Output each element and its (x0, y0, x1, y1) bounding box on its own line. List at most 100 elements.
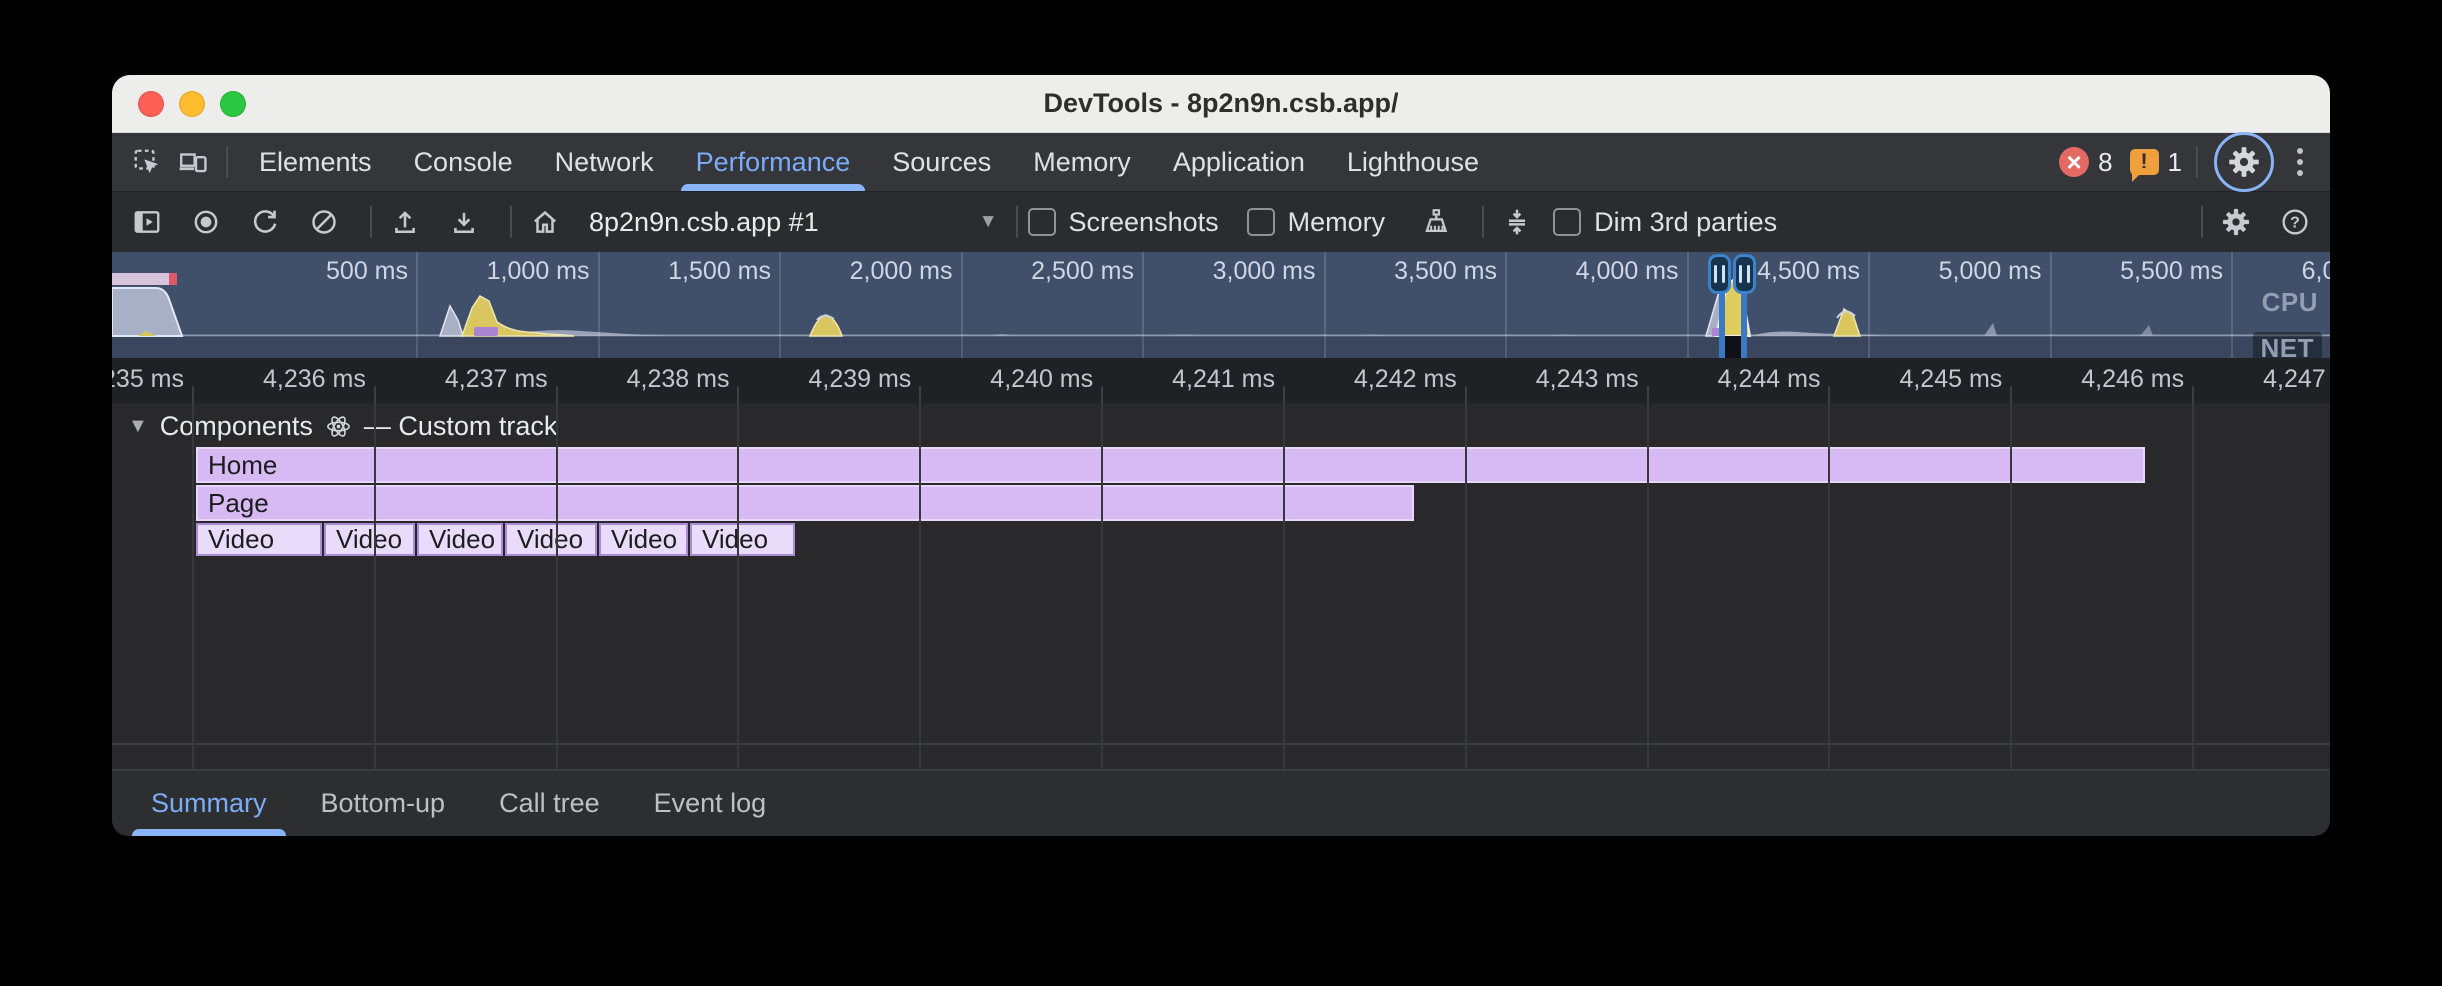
track-span-video[interactable]: Video (505, 523, 597, 556)
collect-garbage-icon[interactable] (1413, 199, 1459, 245)
devtools-window: DevTools - 8p2n9n.csb.app/ ElementsConso… (112, 75, 2330, 836)
load-profile-icon[interactable] (382, 199, 428, 245)
divider (1482, 206, 1484, 238)
help-icon[interactable] (2272, 199, 2318, 245)
save-profile-icon[interactable] (441, 199, 487, 245)
close-window-button[interactable] (138, 91, 164, 117)
overview-tick-label: 2,000 ms (771, 257, 953, 286)
toggle-sidebar-icon[interactable] (124, 199, 170, 245)
track-gridline (556, 403, 558, 769)
tab-lighthouse[interactable]: Lighthouse (1326, 133, 1500, 191)
react-atom-icon (325, 413, 352, 440)
dim-3rd-parties-toggle[interactable]: Dim 3rd parties (1553, 207, 1777, 238)
divider (510, 206, 512, 238)
record-icon[interactable] (183, 199, 229, 245)
track-area[interactable]: ▼ Components — Custom track HomePageVide… (112, 403, 2330, 769)
settings-gear-icon[interactable] (2214, 132, 2274, 192)
overview-tick-label: 1,500 ms (589, 257, 771, 286)
overview-tick-label: 5,000 ms (1860, 257, 2042, 286)
ruler-tick-label: 4,242 ms (1275, 365, 1457, 394)
track-span-home[interactable]: Home (196, 447, 2145, 483)
track-gridline (2010, 403, 2012, 769)
timeline-overview[interactable]: 500 ms1,000 ms1,500 ms2,000 ms2,500 ms3,… (112, 252, 2330, 358)
clear-recording-icon[interactable] (301, 199, 347, 245)
track-span-video[interactable]: Video (599, 523, 688, 556)
selection-left-edge[interactable] (1719, 288, 1725, 358)
track-span-video[interactable]: Video (196, 523, 322, 556)
overview-tick-label: 3,500 ms (1315, 257, 1497, 286)
time-ruler[interactable]: 4,235 ms4,236 ms4,237 ms4,238 ms4,239 ms… (112, 358, 2330, 403)
tab-network[interactable]: Network (534, 133, 675, 191)
devtools-tabbar: ElementsConsoleNetworkPerformanceSources… (112, 133, 2330, 191)
track-span-video[interactable]: Video (324, 523, 415, 556)
tab-performance[interactable]: Performance (675, 133, 872, 191)
selection-left-handle[interactable] (1708, 254, 1731, 294)
memory-label: Memory (1288, 207, 1386, 238)
reload-and-record-icon[interactable] (242, 199, 288, 245)
overview-tick-label: 2,500 ms (952, 257, 1134, 286)
bottom-tab-event-log[interactable]: Event log (627, 771, 794, 836)
issues-icon[interactable]: ! (2130, 149, 2159, 175)
selection-right-handle[interactable] (1733, 254, 1756, 294)
capture-settings-gear-icon[interactable] (2213, 199, 2259, 245)
inspect-element-icon[interactable] (124, 139, 170, 185)
track-gridline (1647, 403, 1649, 769)
overview-tick-label: 5,500 ms (2041, 257, 2223, 286)
ruler-tick-label: 4,235 ms (112, 365, 184, 394)
console-errors-icon[interactable]: × (2059, 147, 2089, 177)
ruler-tick-label: 4,240 ms (911, 365, 1093, 394)
overview-tick-label: 500 ms (226, 257, 408, 286)
overview-tick-label: 4,500 ms (1678, 257, 1860, 286)
divider (370, 206, 372, 238)
window-title: DevTools - 8p2n9n.csb.app/ (1043, 88, 1398, 119)
ruler-tick-label: 4,247 ms (2184, 365, 2330, 394)
screenshots-toggle[interactable]: Screenshots (1028, 207, 1219, 238)
tab-memory[interactable]: Memory (1012, 133, 1152, 191)
compress-tracks-icon[interactable] (1494, 199, 1540, 245)
zoom-window-button[interactable] (220, 91, 246, 117)
ruler-tick-label: 4,244 ms (1638, 365, 1820, 394)
ruler-tick-label: 4,237 ms (366, 365, 548, 394)
track-gridline (374, 403, 376, 769)
selection-right-edge[interactable] (1741, 288, 1747, 358)
bottom-tab-call-tree[interactable]: Call tree (472, 771, 627, 836)
divider (2201, 206, 2203, 238)
minimize-window-button[interactable] (179, 91, 205, 117)
overview-tick-label: 6,000 ms (2223, 257, 2331, 286)
track-span-page[interactable]: Page (196, 485, 1414, 521)
components-track-title: Components (160, 411, 313, 442)
ruler-tick-label: 4,246 ms (2002, 365, 2184, 394)
bottom-tab-bottom-up[interactable]: Bottom-up (294, 771, 473, 836)
memory-checkbox[interactable] (1247, 208, 1275, 236)
overview-tick-label: 4,000 ms (1497, 257, 1679, 286)
dim-3rd-parties-checkbox[interactable] (1553, 208, 1581, 236)
track-gridline (919, 403, 921, 769)
track-gridline (1828, 403, 1830, 769)
collapse-triangle-icon[interactable]: ▼ (128, 415, 148, 438)
track-span-video[interactable]: Video (690, 523, 795, 556)
active-tab-underline (681, 184, 866, 191)
error-count: 8 (2098, 147, 2112, 178)
divider (1016, 206, 1018, 238)
kebab-menu-icon[interactable] (2280, 139, 2320, 185)
ruler-tick-label: 4,245 ms (1820, 365, 2002, 394)
screenshots-checkbox[interactable] (1028, 208, 1056, 236)
tab-sources[interactable]: Sources (871, 133, 1012, 191)
device-toolbar-icon[interactable] (170, 139, 216, 185)
track-divider-line (112, 743, 2330, 745)
track-span-video[interactable]: Video (417, 523, 503, 556)
memory-toggle[interactable]: Memory (1247, 207, 1386, 238)
target-selector[interactable]: 8p2n9n.csb.app #1 ▼ (589, 207, 998, 238)
tab-console[interactable]: Console (393, 133, 534, 191)
bottom-tab-summary[interactable]: Summary (124, 771, 294, 836)
target-selector-value: 8p2n9n.csb.app #1 (589, 207, 819, 238)
track-gridline (737, 403, 739, 769)
home-icon[interactable] (522, 199, 568, 245)
track-gridline (1283, 403, 1285, 769)
cpu-track-label: CPU (2262, 287, 2318, 318)
tab-elements[interactable]: Elements (238, 133, 393, 191)
divider (226, 146, 228, 178)
dim-3rd-parties-label: Dim 3rd parties (1594, 207, 1777, 238)
tab-application[interactable]: Application (1152, 133, 1326, 191)
track-gridline (1101, 403, 1103, 769)
